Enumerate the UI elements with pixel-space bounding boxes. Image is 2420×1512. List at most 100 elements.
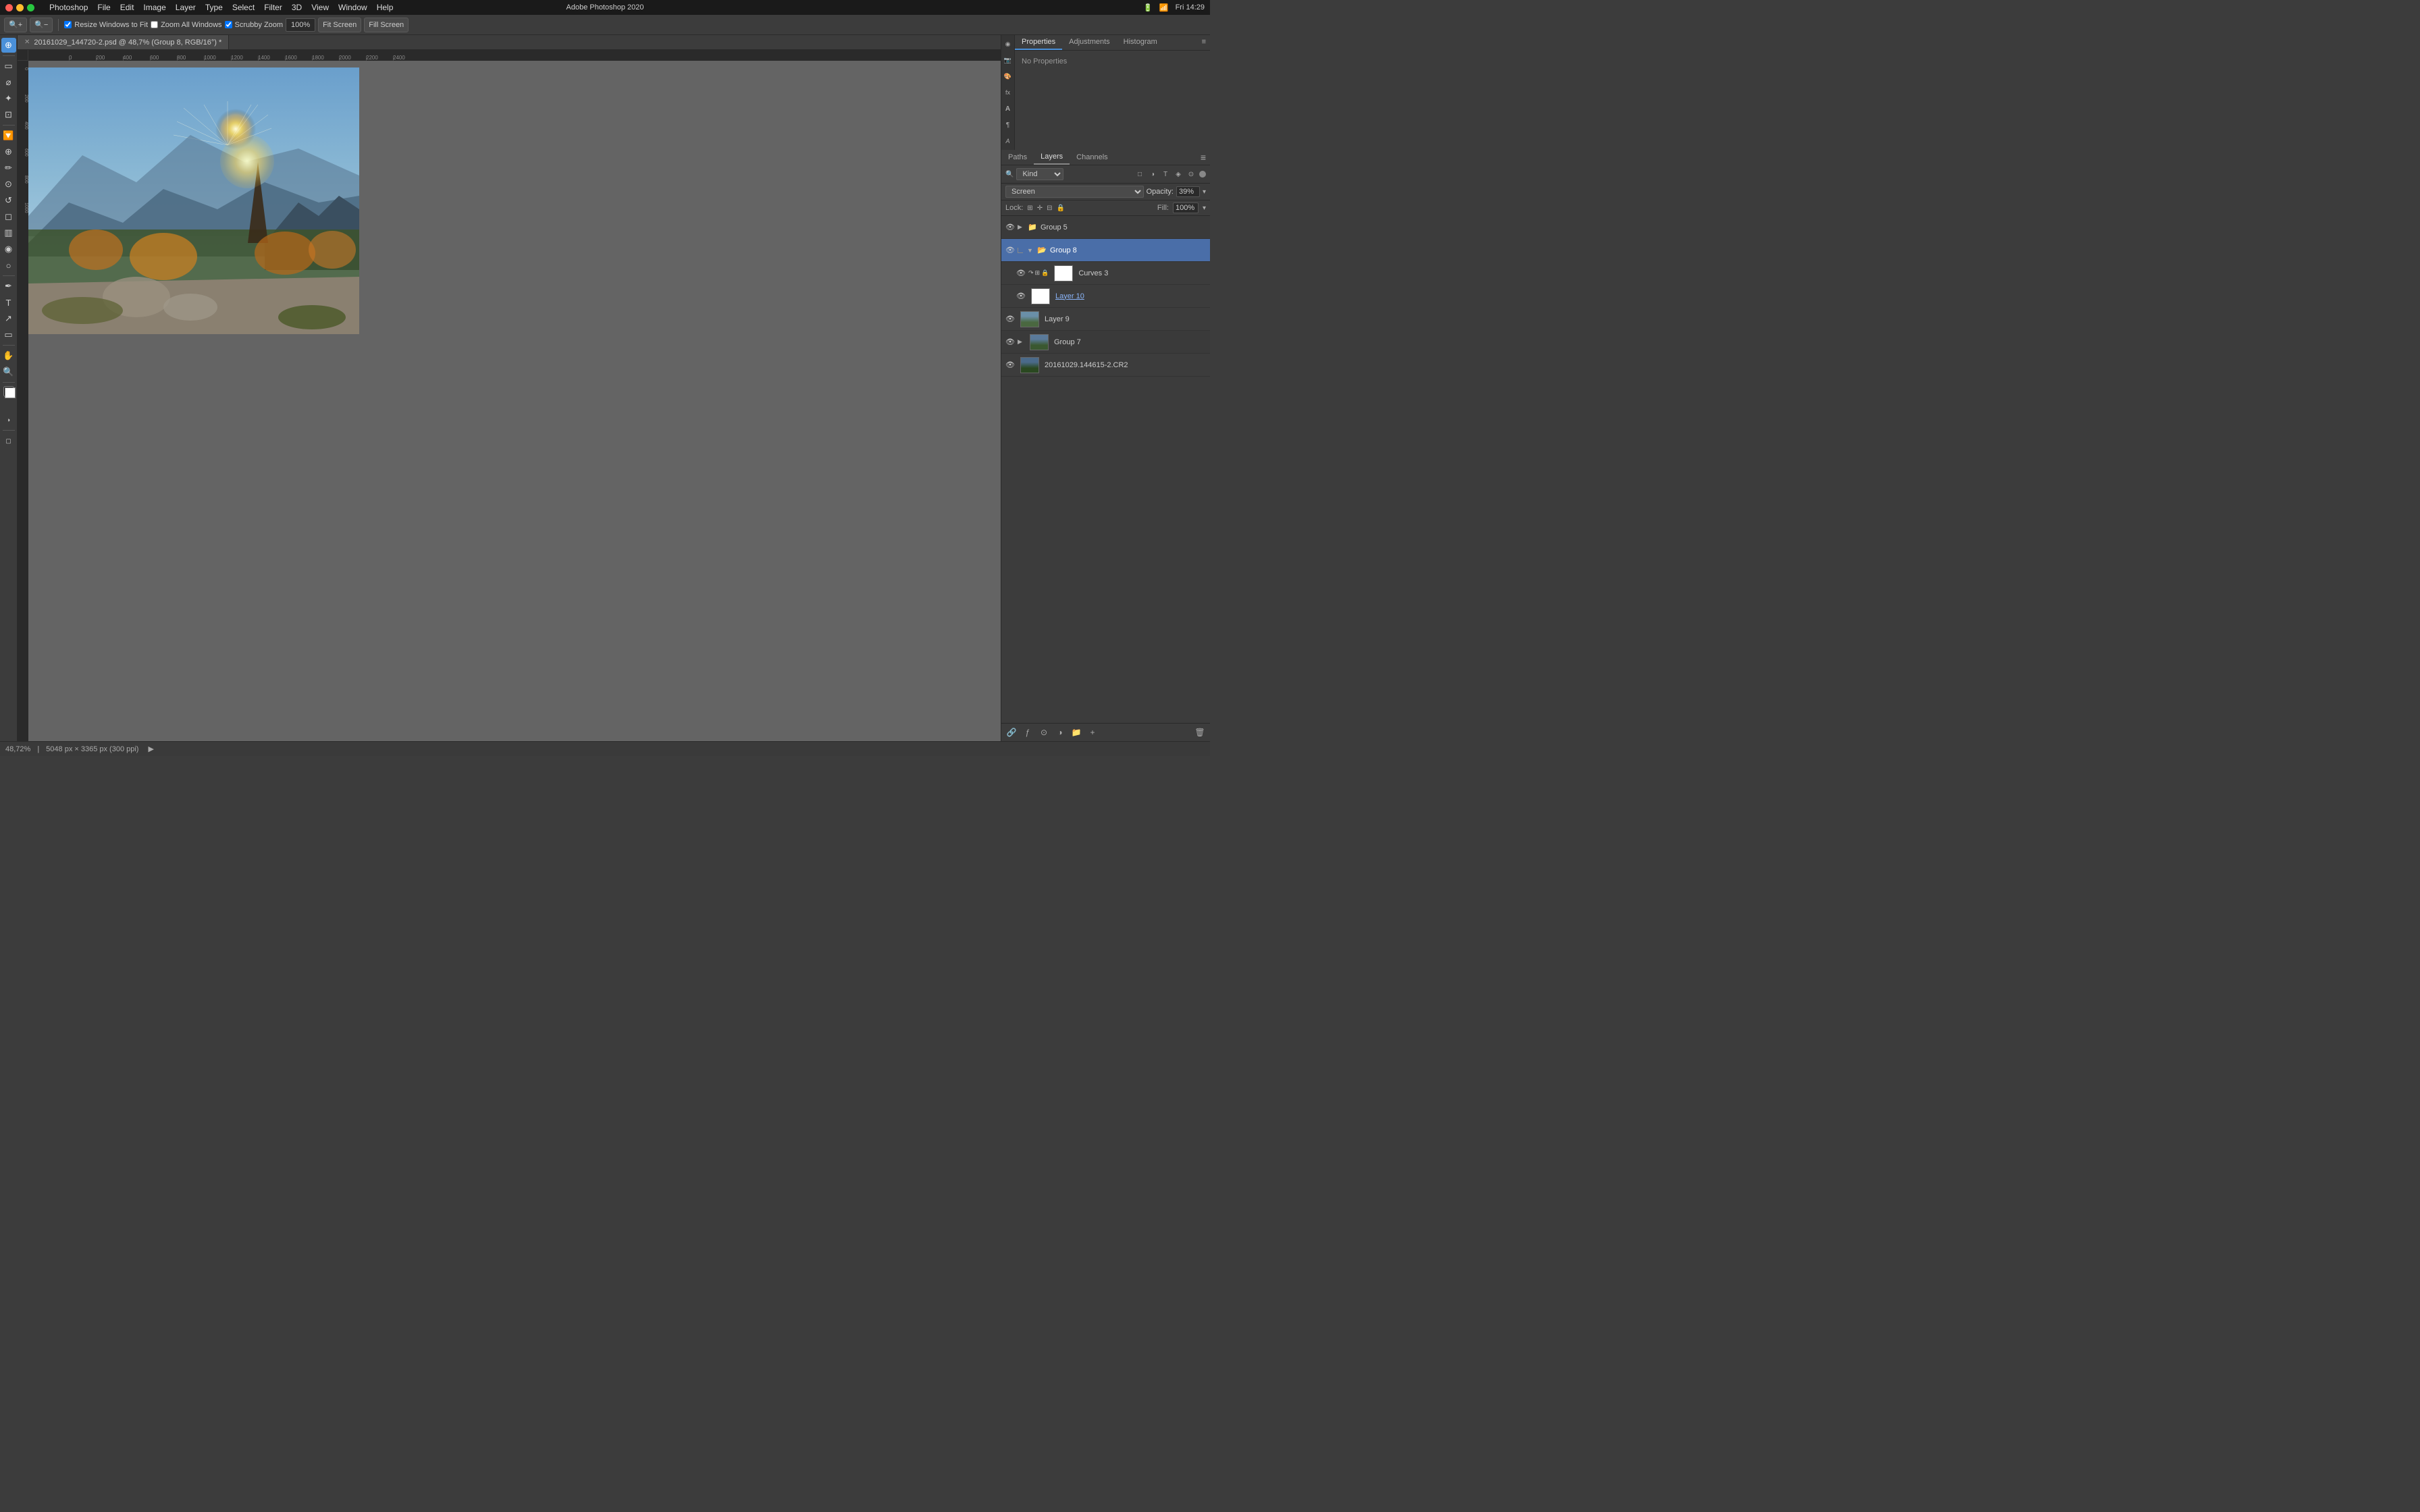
group7-expand-icon[interactable]: ▶ [1018, 338, 1024, 346]
fill-chevron[interactable]: ▾ [1203, 205, 1206, 212]
filter-icon-pixel[interactable]: □ [1134, 169, 1145, 180]
type-tool[interactable]: T [1, 295, 16, 310]
resize-windows-checkbox[interactable]: Resize Windows to Fit [64, 21, 148, 29]
layer-row-group5[interactable]: 👁 ▶ 📁 Group 5 [1001, 216, 1210, 239]
cr2-vis-icon[interactable]: 👁 [1005, 360, 1015, 370]
props-icon-a[interactable]: A [1002, 103, 1014, 115]
quick-select-tool[interactable]: ✦ [1, 91, 16, 106]
filter-icon-adj[interactable]: ◑ [1147, 169, 1158, 180]
menu-window[interactable]: Window [338, 3, 367, 12]
crop-tool[interactable]: ⊡ [1, 107, 16, 122]
props-icon-fx[interactable]: fx [1002, 86, 1014, 99]
props-icon-font[interactable]: A [1002, 135, 1014, 147]
maximize-button[interactable] [27, 4, 34, 11]
props-icon-photo[interactable]: 📷 [1002, 54, 1014, 66]
close-button[interactable] [5, 4, 13, 11]
zoom-all-checkbox[interactable]: Zoom All Windows [151, 21, 221, 29]
layers-menu-icon[interactable]: ≡ [1196, 151, 1210, 164]
menu-photoshop[interactable]: Photoshop [49, 3, 88, 12]
lock-icon-all[interactable]: 🔒 [1056, 205, 1064, 212]
history-brush-tool[interactable]: ↺ [1, 193, 16, 208]
menu-select[interactable]: Select [232, 3, 255, 12]
fill-input[interactable] [1173, 202, 1199, 213]
fill-screen-button[interactable]: Fill Screen [364, 18, 409, 32]
filter-dot[interactable] [1199, 171, 1206, 178]
group8-expand-icon[interactable]: ▼ [1027, 247, 1034, 254]
zoom-input[interactable] [286, 18, 315, 32]
blur-tool[interactable]: ◉ [1, 242, 16, 256]
new-group-button[interactable]: 📁 [1070, 726, 1082, 738]
zoom-out-button[interactable]: 🔍− [30, 18, 53, 32]
panel-menu-icon[interactable]: ≡ [1198, 35, 1210, 50]
lasso-tool[interactable]: ⌀ [1, 75, 16, 90]
menu-file[interactable]: File [97, 3, 110, 12]
resize-windows-input[interactable] [64, 21, 72, 28]
menu-help[interactable]: Help [377, 3, 394, 12]
layer-row-cr2[interactable]: 👁 20161029.144615-2.CR2 [1001, 354, 1210, 377]
window-controls[interactable] [5, 4, 34, 11]
add-style-button[interactable]: ƒ [1022, 726, 1034, 738]
props-icon-color[interactable]: 🎨 [1002, 70, 1014, 82]
props-icon-appearance[interactable]: ◉ [1002, 38, 1014, 50]
menu-edit[interactable]: Edit [120, 3, 134, 12]
group8-vis-icon[interactable]: 👁 [1005, 246, 1015, 255]
pen-tool[interactable]: ✒ [1, 279, 16, 294]
eyedropper-tool[interactable]: 🔽 [1, 128, 16, 143]
new-layer-button[interactable]: + [1086, 726, 1099, 738]
curves3-vis-icon[interactable]: 👁 [1016, 269, 1026, 278]
gradient-tool[interactable]: ▥ [1, 225, 16, 240]
tab-histogram[interactable]: Histogram [1117, 35, 1164, 50]
move-tool[interactable]: ⊕ [1, 38, 16, 53]
group7-vis-icon[interactable]: 👁 [1005, 338, 1015, 347]
layer-row-group8[interactable]: 👁 ▼ 📂 Group 8 [1001, 239, 1210, 262]
delete-layer-button[interactable]: 🗑 [1194, 726, 1206, 738]
document-tab[interactable]: ✕ 20161029_144720-2.psd @ 48,7% (Group 8… [18, 35, 229, 49]
filter-icon-smart[interactable]: ⊙ [1186, 169, 1196, 180]
layer-row-layer9[interactable]: 👁 Layer 9 [1001, 308, 1210, 331]
new-fill-layer-button[interactable]: ◑ [1054, 726, 1066, 738]
shape-tool[interactable]: ▭ [1, 327, 16, 342]
status-arrow-icon[interactable]: ▶ [148, 745, 153, 753]
brush-tool[interactable]: ✏ [1, 161, 16, 176]
menu-view[interactable]: View [311, 3, 329, 12]
tab-paths[interactable]: Paths [1001, 151, 1034, 164]
filter-icon-type[interactable]: T [1160, 169, 1171, 180]
healing-tool[interactable]: ⊕ [1, 144, 16, 159]
layer-row-curves3[interactable]: 👁 ↷ ⊞ 🔒 Curves 3 [1001, 262, 1210, 285]
menu-filter[interactable]: Filter [264, 3, 282, 12]
group5-vis-icon[interactable]: 👁 [1005, 223, 1015, 232]
fit-screen-button[interactable]: Fit Screen [318, 18, 361, 32]
tab-adjustments[interactable]: Adjustments [1062, 35, 1117, 50]
foreground-color[interactable] [3, 386, 14, 397]
add-mask-button[interactable]: ⊙ [1038, 726, 1050, 738]
quick-mask-button[interactable]: ◑ [1, 412, 16, 427]
menu-image[interactable]: Image [143, 3, 165, 12]
layer10-vis-icon[interactable]: 👁 [1016, 292, 1026, 301]
layer-row-layer10[interactable]: 👁 Layer 10 [1001, 285, 1210, 308]
opacity-chevron[interactable]: ▾ [1203, 188, 1206, 196]
tab-layers[interactable]: Layers [1034, 150, 1070, 165]
hand-tool[interactable]: ✋ [1, 348, 16, 363]
props-icon-para[interactable]: ¶ [1002, 119, 1014, 131]
eraser-tool[interactable]: ◻ [1, 209, 16, 224]
layers-list[interactable]: 👁 ▶ 📁 Group 5 👁 ▼ 📂 Group 8 👁 [1001, 216, 1210, 723]
scrubby-zoom-checkbox[interactable]: Scrubby Zoom [225, 21, 284, 29]
layer9-vis-icon[interactable]: 👁 [1005, 315, 1015, 324]
group5-expand-icon[interactable]: ▶ [1018, 223, 1024, 231]
tab-channels[interactable]: Channels [1070, 151, 1114, 164]
menu-layer[interactable]: Layer [176, 3, 196, 12]
lock-icon-artboard[interactable]: ⊟ [1047, 205, 1052, 212]
menu-type[interactable]: Type [205, 3, 223, 12]
tab-close-icon[interactable]: ✕ [24, 38, 30, 46]
menu-3d[interactable]: 3D [292, 3, 302, 12]
blend-mode-select[interactable]: Screen [1005, 186, 1144, 198]
dodge-tool[interactable]: ○ [1, 258, 16, 273]
lock-icon-pixels[interactable]: ⊞ [1027, 205, 1032, 212]
link-layers-button[interactable]: 🔗 [1005, 726, 1018, 738]
lock-icon-move[interactable]: ✛ [1037, 205, 1043, 212]
zoom-in-button[interactable]: 🔍+ [4, 18, 27, 32]
tab-properties[interactable]: Properties [1015, 35, 1062, 50]
path-selection-tool[interactable]: ↗ [1, 311, 16, 326]
filter-kind-select[interactable]: Kind [1016, 168, 1063, 180]
layer-row-group7[interactable]: 👁 ▶ Group 7 [1001, 331, 1210, 354]
